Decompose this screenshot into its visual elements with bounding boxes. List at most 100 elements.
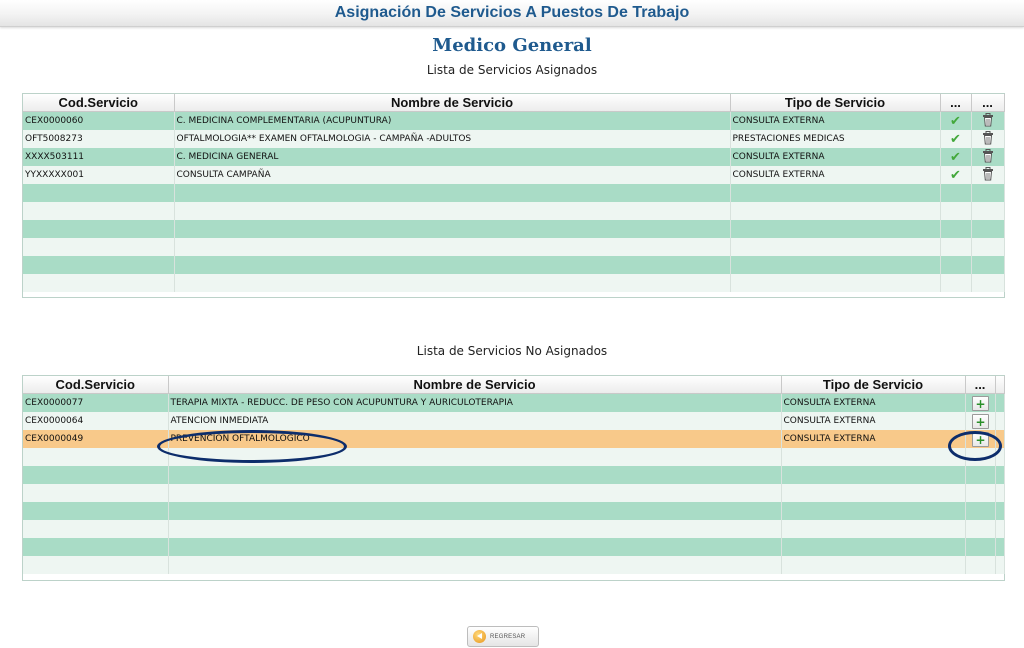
empty-cell [168,466,782,484]
trash-icon[interactable] [982,148,994,166]
scrollbar-track[interactable] [994,502,1005,520]
table-row[interactable] [23,484,1005,502]
empty-cell [965,448,996,466]
scrollbar-track[interactable] [994,448,1005,466]
empty-cell [174,238,731,256]
cell-type: CONSULTA EXTERNA [781,430,966,448]
add-service-button[interactable]: + [971,395,989,411]
table-row[interactable] [23,466,1005,484]
empty-cell [781,538,966,556]
trash-icon[interactable] [982,112,994,130]
scrollbar-track[interactable] [994,520,1005,538]
cell-name: C. MEDICINA COMPLEMENTARIA (ACUPUNTURA) [174,111,731,130]
col-header-type[interactable]: Tipo de Servicio [730,94,941,112]
empty-cell [965,538,996,556]
check-icon[interactable]: ✔ [950,114,961,129]
check-icon[interactable]: ✔ [950,132,961,147]
scrollbar-track[interactable] [994,538,1005,556]
empty-cell [971,184,1005,202]
empty-cell [965,556,996,574]
table-row[interactable]: CEX0000064 ATENCION INMEDIATA CONSULTA EXT… [23,412,1005,430]
col-header-code[interactable]: Cod.Servicio [23,94,175,112]
table-row[interactable] [23,202,1005,220]
regresar-label: REGRESAR [490,634,526,640]
cell-type: CONSULTA EXTERNA [781,393,966,412]
empty-cell [174,202,731,220]
table-row[interactable] [23,220,1005,238]
table-row[interactable] [23,448,1005,466]
trash-icon[interactable] [982,166,994,184]
empty-cell [940,202,972,220]
table-row[interactable] [23,538,1005,556]
empty-cell [168,520,782,538]
col-header-action-2: ... [971,94,1005,112]
table-row[interactable]: XXXX503111 C. MEDICINA GENERAL CONSULTA EX… [23,148,1005,166]
empty-cell [781,556,966,574]
empty-cell [23,466,169,484]
empty-cell [965,502,996,520]
add-service-button[interactable]: + [971,431,989,447]
regresar-button[interactable]: REGRESAR [467,626,539,647]
scrollbar-header [995,376,1005,394]
empty-cell [971,274,1005,292]
table-row[interactable] [23,502,1005,520]
empty-cell [781,448,966,466]
empty-cell [730,202,941,220]
table-row[interactable] [23,556,1005,574]
empty-cell [965,484,996,502]
col-header-name[interactable]: Nombre de Servicio [174,94,731,112]
table-row[interactable] [23,238,1005,256]
empty-cell [940,238,972,256]
action-cell [971,166,1005,184]
action-cell: ✔ [940,130,972,148]
trash-icon[interactable] [982,130,994,148]
table-row[interactable]: OFT5008273 OFTALMOLOGIA** EXAMEN OFTALMOL… [23,130,1005,148]
cell-name: CONSULTA CAMPAÑA [174,166,731,184]
action-cell: ✔ [940,166,972,184]
table-row[interactable]: CEX0000077 TERAPIA MIXTA - REDUCC. DE PES… [23,393,1005,412]
cell-type: CONSULTA EXTERNA [730,148,941,166]
add-icon: + [975,414,986,429]
col-header-name[interactable]: Nombre de Servicio [168,376,782,394]
scrollbar-track[interactable] [994,412,1005,430]
col-header-code[interactable]: Cod.Servicio [23,376,169,394]
table-row[interactable] [23,274,1005,292]
table-row[interactable]: YYXXXXX001 CONSULTA CAMPAÑA CONSULTA EXTER… [23,166,1005,184]
check-icon[interactable]: ✔ [950,168,961,183]
title-bar: Asignación De Servicios A Puestos De Tra… [0,0,1024,27]
empty-cell [174,184,731,202]
scrollbar-track[interactable] [994,430,1005,448]
table-row[interactable] [23,184,1005,202]
col-header-type[interactable]: Tipo de Servicio [781,376,966,394]
empty-cell [23,502,169,520]
cell-code: YYXXXXX001 [23,166,175,184]
check-icon[interactable]: ✔ [950,150,961,165]
action-cell [971,111,1005,130]
cell-name: ATENCION INMEDIATA [168,412,782,430]
empty-cell [940,184,972,202]
empty-cell [730,184,941,202]
empty-cell [781,484,966,502]
table-row[interactable] [23,520,1005,538]
empty-cell [23,220,175,238]
unassigned-caption: Lista de Servicios No Asignados [416,344,608,358]
empty-cell [168,484,782,502]
col-header-action: ... [965,376,996,394]
empty-cell [730,256,941,274]
table-row-selected[interactable]: CEX0000049 PREVENCION OFTALMOLOGICO CONSUL… [23,430,1005,448]
table-row[interactable] [23,256,1005,274]
table-row[interactable]: CEX0000060 C. MEDICINA COMPLEMENTARIA (AC… [23,111,1005,130]
empty-cell [168,538,782,556]
empty-cell [23,202,175,220]
empty-cell [23,274,175,292]
scrollbar-track[interactable] [994,556,1005,574]
add-service-button[interactable]: + [971,413,989,429]
scrollbar-track[interactable] [994,484,1005,502]
scrollbar-track[interactable] [994,393,1005,412]
cell-code: CEX0000077 [23,393,169,412]
cell-code: CEX0000060 [23,111,175,130]
empty-cell [23,448,169,466]
scrollbar-track[interactable] [994,466,1005,484]
add-icon: + [975,432,986,447]
action-cell: + [965,412,996,430]
